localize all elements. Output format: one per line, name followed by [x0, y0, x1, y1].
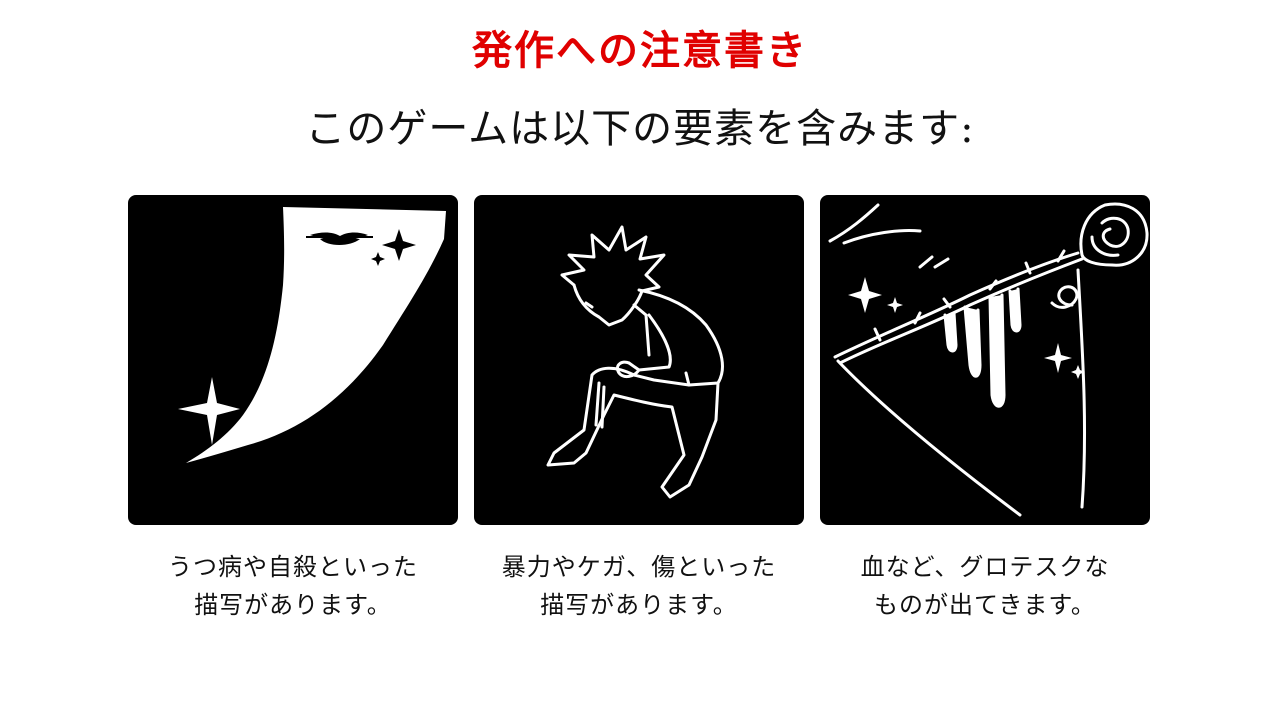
- caption-line: ものが出てきます。: [874, 591, 1096, 619]
- caption-line: 血など、グロテスクな: [860, 553, 1110, 581]
- thorny-rose-blood-icon: [828, 202, 1149, 517]
- violence-caption: 暴力やケガ、傷といった 描写があります。: [474, 548, 804, 624]
- caption-line: 暴力やケガ、傷といった: [501, 553, 777, 581]
- crouching-person-icon: [546, 225, 724, 499]
- warning-subtitle: このゲームは以下の要素を含みます:: [305, 106, 975, 152]
- curtain-sparkle-icon: [178, 207, 446, 463]
- caption-line: うつ病や自殺といった: [168, 553, 418, 581]
- gore-caption: 血など、グロテスクな ものが出てきます。: [820, 548, 1150, 624]
- caption-line: 描写があります。: [194, 591, 392, 619]
- gore-panel: [820, 195, 1150, 525]
- depression-panel: [128, 195, 458, 525]
- depression-caption: うつ病や自殺といった 描写があります。: [128, 548, 458, 624]
- violence-panel: [474, 195, 804, 525]
- warning-title: 発作への注意書き: [472, 28, 808, 74]
- caption-line: 描写があります。: [540, 591, 738, 619]
